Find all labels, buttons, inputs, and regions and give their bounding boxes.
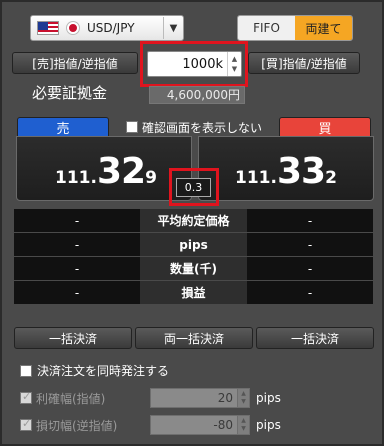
stop-loss-input[interactable]: -80 bbox=[150, 415, 238, 435]
buy-price-major: 111. bbox=[235, 168, 277, 188]
buy-cell: - bbox=[247, 233, 373, 256]
stop-loss-label: 損切幅(逆指値) bbox=[36, 418, 118, 433]
sell-cell: - bbox=[14, 257, 140, 280]
take-profit-checkbox[interactable] bbox=[20, 390, 32, 404]
checkbox-icon[interactable] bbox=[126, 121, 138, 133]
sell-cell: - bbox=[14, 209, 140, 232]
chevron-down-icon[interactable]: ▼ bbox=[163, 17, 183, 39]
jp-flag-icon bbox=[67, 22, 79, 34]
bulk-settle-both-button[interactable]: 両一括決済 bbox=[135, 327, 253, 349]
row-label: pips bbox=[140, 233, 247, 256]
sell-limit-stop-button[interactable]: [売]指値/逆指値 bbox=[12, 52, 138, 74]
sell-price: 111.329 bbox=[55, 151, 157, 192]
quantity-value[interactable]: 1000k bbox=[148, 57, 227, 72]
sell-cell: - bbox=[14, 233, 140, 256]
take-profit-input[interactable]: 20 bbox=[150, 388, 238, 408]
sell-price-pip: 9 bbox=[145, 168, 157, 188]
skip-confirm-checkbox[interactable]: 確認画面を表示しない bbox=[126, 117, 262, 137]
stop-loss-checkbox[interactable] bbox=[20, 417, 32, 431]
simultaneous-order-checkbox[interactable]: 決済注文を同時発注する bbox=[20, 362, 169, 379]
order-panel: USD/JPY ▼ FIFO 両建て [売]指値/逆指値 [買]指値/逆指値 1… bbox=[0, 0, 384, 446]
sell-cell: - bbox=[14, 281, 140, 304]
spread-value: 0.3 bbox=[176, 178, 211, 197]
simultaneous-order-label: 決済注文を同時発注する bbox=[37, 364, 170, 378]
buy-price-button[interactable]: 111.332 bbox=[198, 136, 374, 201]
buy-tab: 買 bbox=[279, 117, 371, 137]
sell-price-major: 111. bbox=[55, 168, 97, 188]
spin-arrows-icon[interactable]: ▲ ▼ bbox=[227, 52, 241, 76]
table-row: - pips - bbox=[14, 233, 373, 256]
bulk-settle-sell-button[interactable]: 一括決済 bbox=[14, 327, 132, 349]
currency-pair-label: USD/JPY bbox=[87, 21, 135, 35]
position-mode-toggle: FIFO 両建て bbox=[237, 15, 353, 41]
quantity-stepper[interactable]: 1000k ▲ ▼ bbox=[147, 51, 242, 77]
currency-pair-select[interactable]: USD/JPY ▼ bbox=[30, 15, 184, 41]
table-row: - 平均約定価格 - bbox=[14, 209, 373, 232]
buy-cell: - bbox=[247, 281, 373, 304]
row-label: 数量(千) bbox=[140, 257, 247, 280]
table-row: - 数量(千) - bbox=[14, 257, 373, 280]
table-row: - 損益 - bbox=[14, 281, 373, 304]
checkbox-icon[interactable] bbox=[20, 364, 32, 377]
sell-price-button[interactable]: 111.329 bbox=[16, 136, 192, 201]
stop-loss-unit: pips bbox=[256, 418, 281, 432]
row-label: 損益 bbox=[140, 281, 247, 304]
spin-arrows-icon[interactable]: ▲ ▼ bbox=[238, 388, 250, 408]
us-flag-icon bbox=[37, 21, 59, 35]
mode-ryodate-button[interactable]: 両建て bbox=[295, 16, 352, 40]
row-label: 平均約定価格 bbox=[140, 209, 247, 232]
take-profit-unit: pips bbox=[256, 391, 281, 405]
buy-price-big: 33 bbox=[276, 151, 326, 192]
sell-price-big: 32 bbox=[96, 151, 146, 192]
sell-tab: 売 bbox=[17, 117, 109, 137]
buy-cell: - bbox=[247, 209, 373, 232]
spin-arrows-icon[interactable]: ▲ ▼ bbox=[238, 415, 250, 435]
skip-confirm-label: 確認画面を表示しない bbox=[142, 120, 263, 135]
position-table: - 平均約定価格 - - pips - - 数量(千) - - 損益 - bbox=[14, 209, 373, 305]
buy-price: 111.332 bbox=[235, 151, 337, 192]
take-profit-label: 利確幅(指値) bbox=[36, 391, 106, 406]
buy-limit-stop-button[interactable]: [買]指値/逆指値 bbox=[248, 52, 360, 74]
margin-value: 4,600,000円 bbox=[149, 86, 245, 104]
stop-loss-row: 損切幅(逆指値) -80 ▲▼ pips bbox=[20, 415, 281, 435]
margin-label: 必要証拠金 bbox=[32, 84, 108, 102]
buy-cell: - bbox=[247, 257, 373, 280]
bulk-settle-buy-button[interactable]: 一括決済 bbox=[256, 327, 374, 349]
mode-fifo-button[interactable]: FIFO bbox=[238, 16, 295, 40]
take-profit-row: 利確幅(指値) 20 ▲▼ pips bbox=[20, 388, 281, 408]
buy-price-pip: 2 bbox=[325, 168, 337, 188]
